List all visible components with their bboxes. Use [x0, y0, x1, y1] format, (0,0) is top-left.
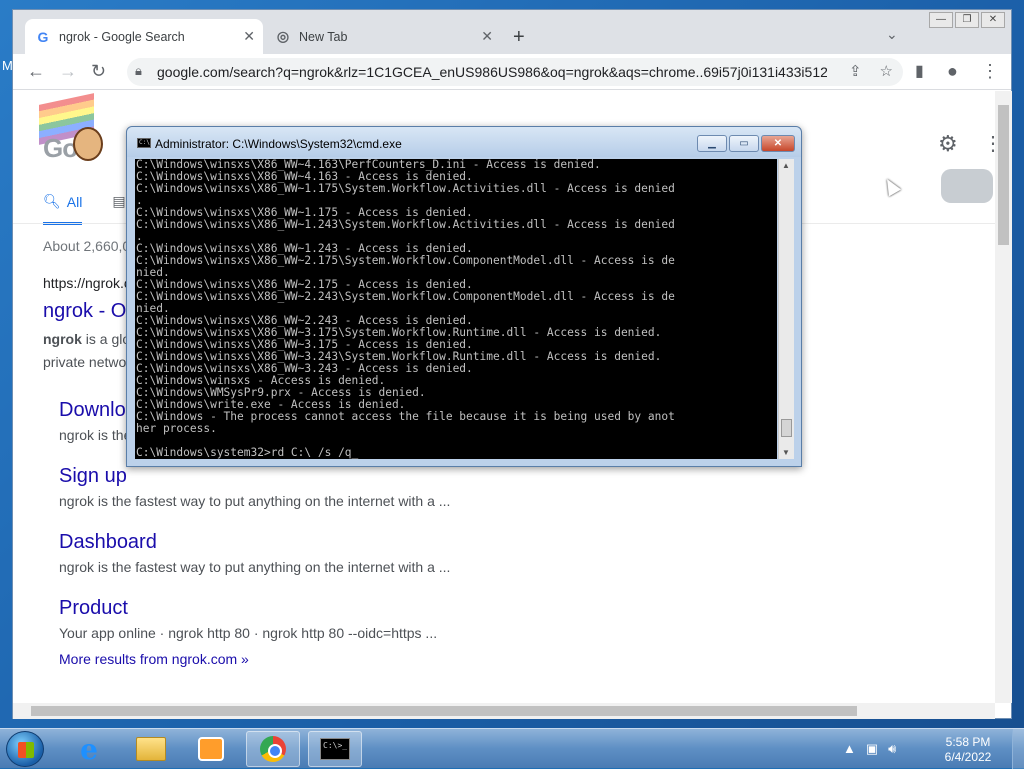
show-hidden-icons-icon[interactable]: ▲ [843, 741, 856, 757]
more-results-link[interactable]: More results from ngrok.com » [59, 651, 249, 667]
cmd-window: C:\ Administrator: C:\Windows\System32\c… [126, 126, 802, 467]
show-desktop-button[interactable] [1012, 729, 1024, 769]
chrome-icon [260, 736, 286, 762]
apps-menu-icon[interactable]: ⋮ [983, 131, 995, 156]
forward-arrow-icon[interactable]: → [59, 61, 77, 82]
reload-icon[interactable]: ↻ [91, 61, 106, 82]
search-tabs: 🔍︎ All ▤ [43, 193, 126, 225]
tab-label: New Tab [299, 29, 348, 44]
back-arrow-icon[interactable]: ← [27, 61, 45, 82]
search-icon: 🔍︎ [43, 193, 61, 209]
tab-new-tab[interactable]: ◎ New Tab ✕ [265, 19, 501, 54]
tab-news-icon[interactable]: ▤ [112, 193, 125, 225]
google-favicon-icon: G [37, 28, 49, 45]
maximize-icon[interactable]: ▭ [729, 135, 759, 152]
network-icon[interactable]: ▣ [866, 741, 878, 757]
sitelink-title[interactable]: Sign up [59, 465, 127, 488]
internet-explorer-icon: e [80, 732, 98, 766]
scrollbar-thumb[interactable] [31, 706, 857, 716]
clock-time: 5:58 PM [945, 735, 991, 749]
browser-toolbar: ← → ↻ 🔒︎ google.com/search?q=ngrok&rlz=1… [13, 54, 1011, 90]
taskbar: e C:\>_ ▲ ▣ 🔊︎ 5:58 PM 6/4/2022 [0, 728, 1024, 769]
cmd-window-controls: ▁ ▭ ✕ [697, 135, 795, 152]
minimize-icon[interactable]: ▁ [697, 135, 727, 152]
google-doodle-logo[interactable]: Go [39, 93, 129, 163]
result-title[interactable]: ngrok - O [43, 300, 126, 323]
profile-icon[interactable]: ● [947, 61, 958, 82]
snippet-bold: ngrok [43, 331, 82, 347]
bookmark-star-icon[interactable]: ☆ [880, 62, 893, 80]
result-snippet: ngrok is a glo [43, 331, 130, 347]
doodle-portrait [73, 127, 103, 161]
tab-close-icon[interactable]: ✕ [481, 28, 493, 45]
sitelink-snippet: Your app online · ngrok http 80 · ngrok … [59, 625, 438, 641]
doodle-wordmark: Go [43, 133, 78, 163]
result-stats: About 2,660,0 [43, 238, 131, 254]
scroll-down-icon[interactable]: ▼ [782, 448, 790, 457]
tab-label: ngrok - Google Search [59, 29, 185, 44]
console-text: C:\Windows\winsxs\X86_WW~4.163\PerfCount… [136, 159, 675, 459]
windows-logo-icon [18, 742, 34, 758]
system-tray: ▲ ▣ 🔊︎ [843, 741, 896, 757]
tab-all[interactable]: 🔍︎ All [43, 193, 83, 225]
sitelink-title[interactable]: Dashboard [59, 531, 157, 554]
side-panel-icon[interactable]: ▮ [915, 61, 924, 81]
tab-search-chevron-icon[interactable]: ⌄ [886, 26, 898, 43]
result-url[interactable]: https://ngrok.c [43, 275, 131, 291]
tab-close-icon[interactable]: ✕ [243, 28, 255, 45]
folder-icon [136, 737, 166, 761]
sitelink-snippet: ngrok is the [59, 427, 132, 443]
scroll-up-icon[interactable]: ▲ [782, 161, 790, 170]
horizontal-scrollbar[interactable] [13, 703, 995, 719]
start-button[interactable] [6, 731, 44, 767]
menu-kebab-icon[interactable]: ⋮ [981, 61, 999, 82]
vertical-scrollbar[interactable] [995, 91, 1012, 703]
clock-date: 6/4/2022 [944, 750, 992, 764]
taskbar-explorer[interactable] [124, 731, 178, 767]
maximize-icon[interactable]: ❐ [955, 12, 979, 28]
taskbar-ie[interactable]: e [62, 731, 116, 767]
sitelink-snippet: ngrok is the fastest way to put anything… [59, 493, 451, 509]
url-text[interactable]: google.com/search?q=ngrok&rlz=1C1GCEA_en… [157, 64, 827, 80]
chrome-favicon-icon: ◎ [276, 28, 290, 44]
taskbar-chrome[interactable] [246, 731, 300, 767]
result-snippet-line2: private netwo [43, 354, 127, 370]
omnibox-actions: ⇪ ☆ [849, 62, 893, 80]
volume-icon[interactable]: 🔊︎ [888, 741, 896, 757]
minimize-icon[interactable]: — [929, 12, 953, 28]
console-output[interactable]: C:\Windows\winsxs\X86_WW~4.163\PerfCount… [135, 159, 777, 459]
sitelink-title[interactable]: Product [59, 597, 128, 620]
cmd-title: Administrator: C:\Windows\System32\cmd.e… [155, 137, 402, 151]
cmd-icon: C:\ [137, 138, 151, 148]
settings-gear-icon[interactable]: ⚙ [938, 131, 958, 157]
lock-icon[interactable]: 🔒︎ [135, 63, 142, 79]
sitelink-snippet: ngrok is the fastest way to put anything… [59, 559, 451, 575]
tab-strip: G ngrok - Google Search ✕ ◎ New Tab ✕ + … [13, 10, 1011, 54]
tab-all-label: All [66, 193, 83, 210]
snippet-text: is a glo [81, 331, 131, 347]
tab-ngrok-search[interactable]: G ngrok - Google Search ✕ [25, 19, 263, 54]
account-avatar[interactable] [941, 169, 993, 203]
scrollbar-thumb[interactable] [781, 419, 792, 437]
address-bar[interactable]: 🔒︎ google.com/search?q=ngrok&rlz=1C1GCEA… [127, 58, 903, 86]
scrollbar-thumb[interactable] [998, 105, 1009, 245]
close-icon[interactable]: ✕ [761, 135, 795, 152]
window-controls: — ❐ ✕ [927, 12, 1005, 28]
clock[interactable]: 5:58 PM 6/4/2022 [930, 735, 1006, 765]
close-icon[interactable]: ✕ [981, 12, 1005, 28]
sitelink-title[interactable]: Downlo [59, 399, 126, 422]
taskbar-cmd[interactable]: C:\>_ [308, 731, 362, 767]
cmd-scrollbar[interactable]: ▲ ▼ [778, 159, 794, 459]
cmd-title-bar[interactable]: C:\ Administrator: C:\Windows\System32\c… [127, 127, 801, 157]
new-tab-plus-icon[interactable]: + [513, 26, 525, 49]
media-player-icon [198, 737, 224, 761]
taskbar-media-player[interactable] [184, 731, 238, 767]
share-icon[interactable]: ⇪ [849, 62, 862, 80]
cmd-icon: C:\>_ [320, 738, 350, 760]
